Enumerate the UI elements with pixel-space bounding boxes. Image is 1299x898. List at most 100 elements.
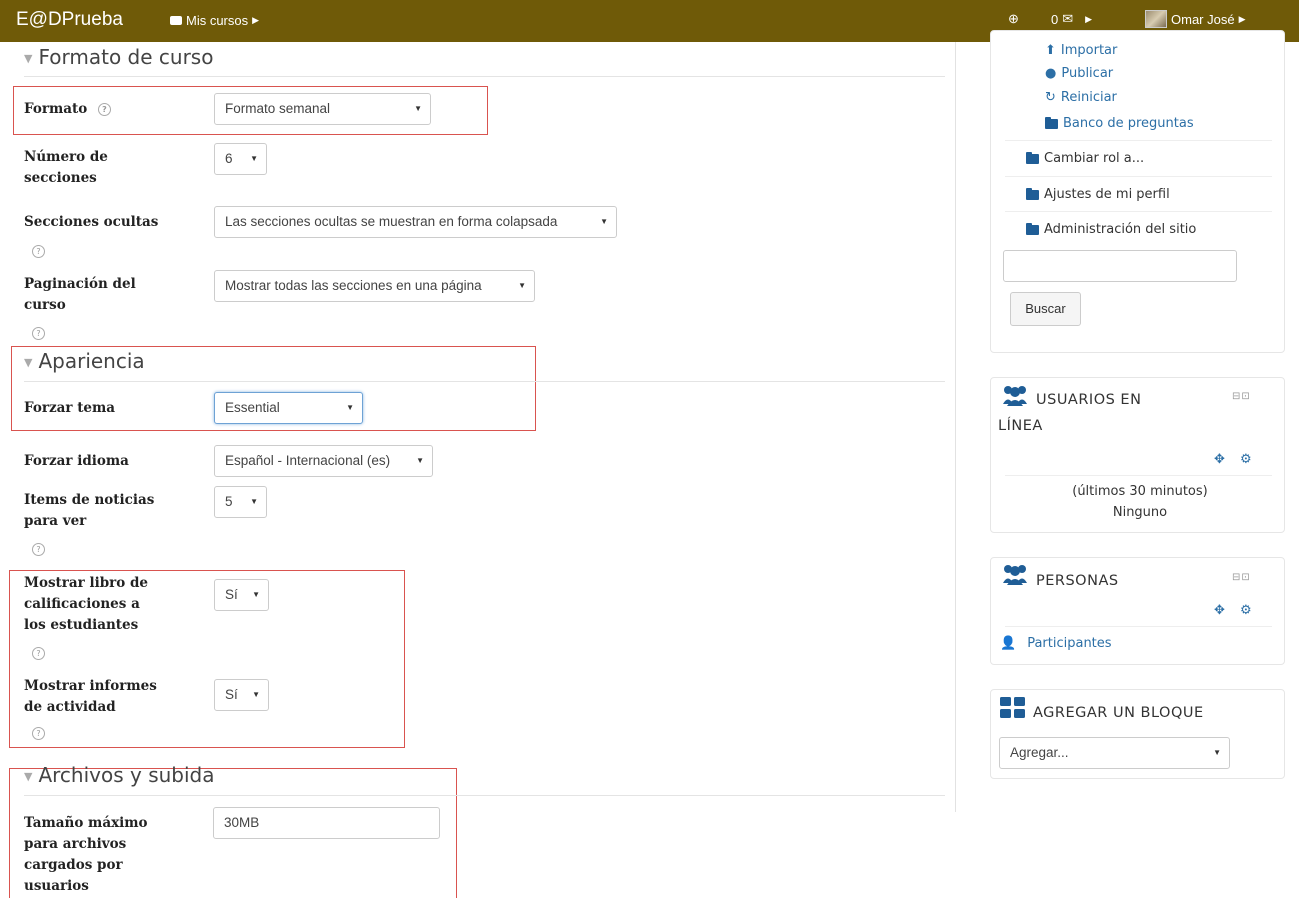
hidden-sections-label: Secciones ocultas [24,214,159,230]
online-users-title-2: LÍNEA [998,418,1043,434]
online-users-status: Ninguno [1112,505,1168,520]
divider [1005,626,1272,627]
divider [24,76,945,77]
gear-icon[interactable]: ⚙ [1240,452,1252,467]
theme-label: Forzar tema [24,400,116,416]
caret-right-icon: ▶ [1085,13,1093,24]
activity-reports-select[interactable]: Sí ▼ [214,679,269,711]
help-icon[interactable]: ? [32,647,45,660]
admin-search-input[interactable] [1003,250,1237,282]
add-block-title: AGREGAR UN BLOQUE [1033,705,1204,721]
globe-icon: ● [1045,66,1057,81]
add-block-select[interactable]: Agregar... ▼ [999,737,1230,769]
dock-hide-icon[interactable]: ⊟⊡ [1232,572,1251,583]
pagination-label: Paginación del curso [24,276,136,313]
profile-settings-link[interactable]: Ajustes de mi perfil [1026,187,1170,202]
folder-icon [1045,116,1058,129]
dropdown-arrow-icon: ▼ [518,281,526,290]
move-icon[interactable]: ✥ [1214,452,1225,467]
course-settings-form: ▼ Formato de curso Formato ? Formato sema… [0,42,955,898]
section-course-format[interactable]: ▼ Formato de curso [24,45,213,69]
switch-role-link[interactable]: Cambiar rol a... [1026,151,1144,166]
sections-select[interactable]: 6 ▼ [214,143,267,175]
divider [1005,475,1272,476]
folder-icon [1026,222,1039,235]
dropdown-arrow-icon: ▼ [250,154,258,163]
dropdown-arrow-icon: ▼ [250,497,258,506]
participants-link[interactable]: 👤 Participantes [1000,636,1112,651]
max-upload-size-label: Tamaño máximo para archivos cargados por… [24,815,148,894]
user-name: Omar José [1171,11,1235,27]
dropdown-arrow-icon: ▼ [346,403,354,412]
news-items-label: Items de noticias para ver [24,492,155,529]
refresh-icon: ↻ [1045,90,1056,105]
theme-select[interactable]: Essential ▼ [214,392,363,424]
briefcase-icon [170,16,182,25]
news-items-select[interactable]: 5 ▼ [214,486,267,518]
pagination-select[interactable]: Mostrar todas las secciones en una págin… [214,270,535,302]
add-icon[interactable]: ⊕ [1008,11,1019,27]
envelope-icon: ✉ [1062,11,1074,26]
search-button[interactable]: Buscar [1010,292,1081,326]
activity-reports-label: Mostrar informes de actividad [24,678,157,715]
dropdown-arrow-icon: ▼ [416,456,424,465]
online-users-period: (últimos 30 minutos) [1072,484,1208,499]
dropdown-arrow-icon: ▼ [414,104,422,113]
help-icon[interactable]: ? [32,245,45,258]
format-select[interactable]: Formato semanal ▼ [214,93,431,125]
hidden-sections-select[interactable]: Las secciones ocultas se muestran en for… [214,206,617,238]
online-users-title-1: USUARIOS EN [1036,392,1142,408]
upload-icon: ⬆ [1045,43,1056,58]
collapse-triangle-icon: ▼ [24,356,33,369]
divider [1005,140,1272,141]
caret-right-icon: ▶ [1238,13,1246,24]
folder-icon [1026,187,1039,200]
avatar [1145,10,1167,28]
dock-hide-icon[interactable]: ⊟⊡ [1232,391,1251,402]
dropdown-arrow-icon: ▼ [252,690,260,699]
column-divider [955,42,956,812]
my-courses-label: Mis cursos [186,13,249,28]
reset-link[interactable]: ↻ Reiniciar [1045,90,1117,105]
move-icon[interactable]: ✥ [1214,603,1225,618]
folder-icon [1026,151,1039,164]
caret-right-icon: ▶ [252,15,260,25]
question-bank-link[interactable]: Banco de preguntas [1045,116,1194,131]
collapse-triangle-icon: ▼ [24,770,33,783]
users-icon [1003,386,1027,406]
dropdown-arrow-icon: ▼ [600,217,608,226]
my-courses-menu[interactable]: Mis cursos ▶ [170,13,259,28]
language-select[interactable]: Español - Internacional (es) ▼ [214,445,433,477]
messages-count: 0 [1051,11,1059,27]
user-menu[interactable]: Omar José ▶ [1145,10,1246,28]
sections-label: Número de secciones [24,149,108,186]
divider [24,381,945,382]
import-link[interactable]: ⬆ Importar [1045,43,1117,58]
format-label: Formato ? [24,99,111,120]
grid-icon [1000,697,1025,718]
help-icon[interactable]: ? [32,543,45,556]
dropdown-arrow-icon: ▼ [1213,748,1221,757]
divider [24,795,945,796]
gradebook-label: Mostrar libro de calificaciones a los es… [24,575,148,633]
section-files-upload[interactable]: ▼ Archivos y subida [24,763,215,787]
section-appearance[interactable]: ▼ Apariencia [24,349,145,373]
people-title: PERSONAS [1036,573,1119,589]
site-brand[interactable]: E@DPrueba [16,9,123,31]
users-icon [1003,565,1027,585]
user-icon: 👤 [1000,636,1017,651]
help-icon[interactable]: ? [97,103,111,116]
divider [1005,176,1272,177]
help-icon[interactable]: ? [32,327,45,340]
publish-link[interactable]: ● Publicar [1045,66,1113,81]
dropdown-arrow-icon: ▼ [252,590,260,599]
site-admin-link[interactable]: Administración del sitio [1026,222,1196,237]
gear-icon[interactable]: ⚙ [1240,603,1252,618]
gradebook-select[interactable]: Sí ▼ [214,579,269,611]
collapse-triangle-icon: ▼ [24,52,33,65]
messages-menu[interactable]: 0 ✉ ▶ [1051,11,1092,27]
divider [1005,211,1272,212]
max-upload-size-input[interactable]: 30MB [213,807,440,839]
language-label: Forzar idioma [24,453,129,469]
help-icon[interactable]: ? [32,727,45,740]
